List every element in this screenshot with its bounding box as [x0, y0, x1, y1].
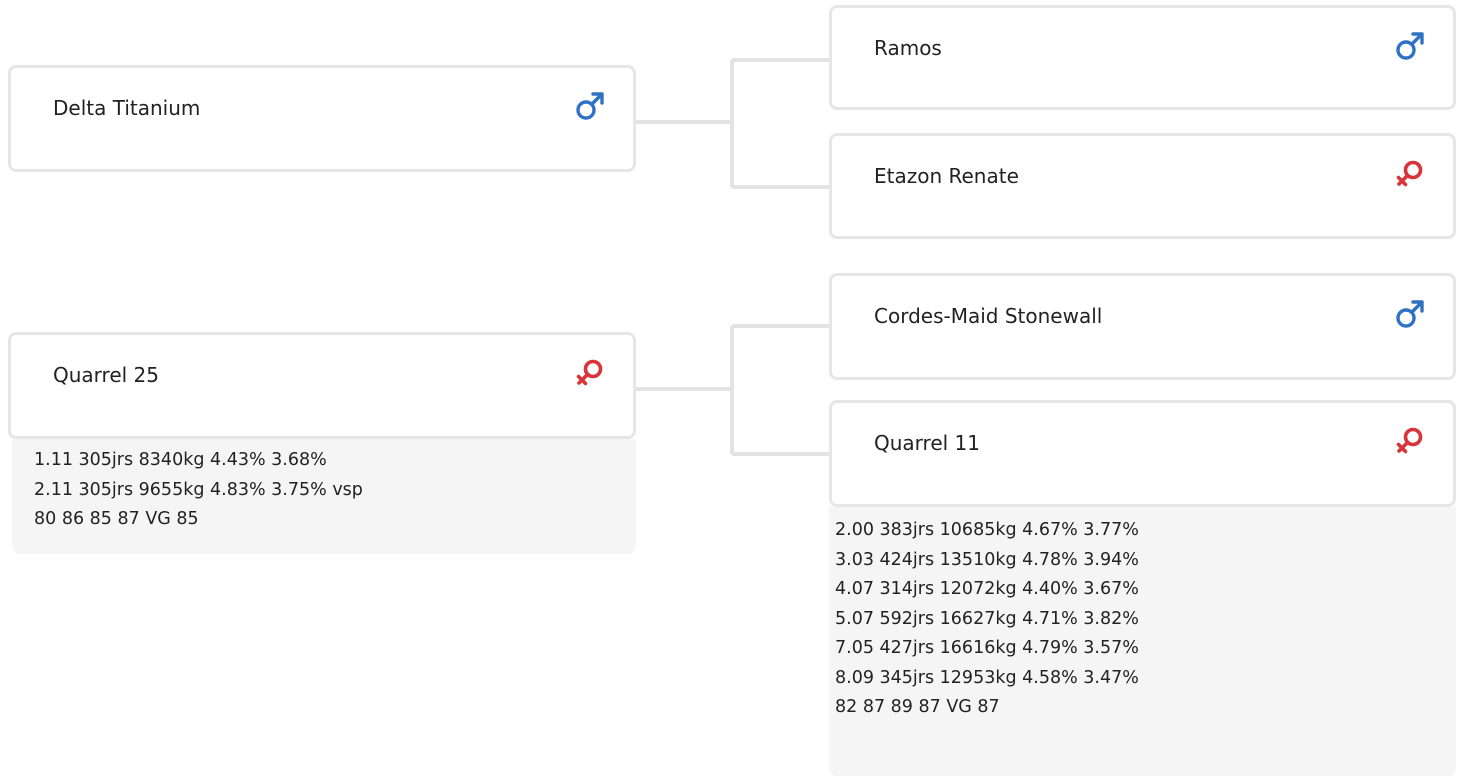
pedigree-card-quarrel-25[interactable]: Quarrel 25: [8, 332, 636, 439]
male-icon: [573, 89, 607, 123]
performance-records-quarrel-25: 1.11 305jrs 8340kg 4.43% 3.68% 2.11 305j…: [12, 439, 636, 554]
record-line: 5.07 592jrs 16627kg 4.71% 3.82%: [835, 608, 1139, 629]
record-line: 1.11 305jrs 8340kg 4.43% 3.68%: [34, 450, 327, 470]
performance-records-quarrel-11: 2.00 383jrs 10685kg 4.67% 3.77% 3.03 424…: [829, 507, 1456, 776]
pedigree-card-delta-titanium[interactable]: Delta Titanium: [8, 65, 636, 172]
animal-name: Ramos: [874, 36, 942, 60]
female-icon: [1393, 157, 1427, 191]
record-line: 82 87 89 87 VG 87: [835, 697, 1000, 717]
record-line: 4.07 314jrs 12072kg 4.40% 3.67%: [835, 579, 1139, 599]
record-line: 7.05 427jrs 16616kg 4.79% 3.57%: [835, 638, 1139, 658]
record-line: 8.09 345jrs 12953kg 4.58% 3.47%: [835, 667, 1139, 688]
record-line: 2.00 383jrs 10685kg 4.67% 3.77%: [835, 520, 1139, 540]
record-line: 3.03 424jrs 13510kg 4.78% 3.94%: [835, 549, 1139, 570]
female-icon: [1393, 424, 1427, 458]
pedigree-card-ramos[interactable]: Ramos: [829, 5, 1456, 110]
record-line: 2.11 305jrs 9655kg 4.83% 3.75% vsp: [34, 479, 363, 500]
pedigree-card-etazon-renate[interactable]: Etazon Renate: [829, 133, 1456, 239]
pedigree-chart: Delta Titanium Quarrel 25 1.11 305jrs 83…: [0, 0, 1461, 776]
male-icon: [1393, 29, 1427, 63]
animal-name: Delta Titanium: [53, 96, 201, 120]
connector-delta-titanium: [636, 58, 829, 189]
animal-name: Etazon Renate: [874, 164, 1019, 188]
connector-quarrel-25: [636, 324, 829, 456]
pedigree-card-cordes-maid-stonewall[interactable]: Cordes-Maid Stonewall: [829, 273, 1456, 380]
male-icon: [1393, 297, 1427, 331]
animal-name: Quarrel 25: [53, 363, 159, 387]
animal-name: Quarrel 11: [874, 431, 980, 455]
animal-name: Cordes-Maid Stonewall: [874, 304, 1103, 328]
pedigree-card-quarrel-11[interactable]: Quarrel 11: [829, 400, 1456, 507]
record-line: 80 86 85 87 VG 85: [34, 509, 199, 529]
female-icon: [573, 356, 607, 390]
